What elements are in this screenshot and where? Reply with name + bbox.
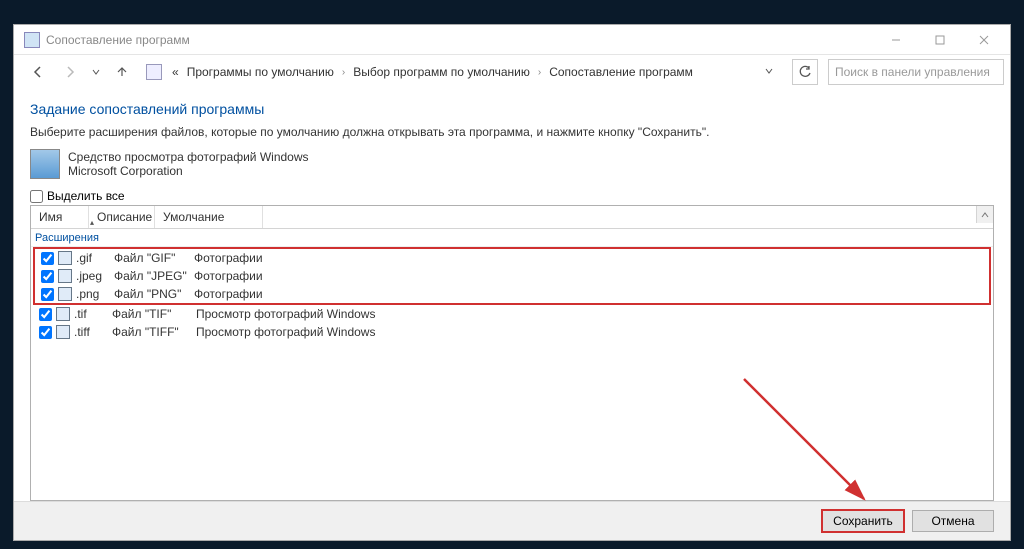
row-default: Фотографии [194,287,263,301]
select-all-label: Выделить все [47,189,125,203]
breadcrumb-icon [146,64,162,80]
row-extension: .tif [74,307,108,321]
row-description: Файл "PNG" [114,287,190,301]
row-default: Просмотр фотографий Windows [196,307,375,321]
breadcrumb-item-0[interactable]: Программы по умолчанию [187,65,334,79]
row-default: Фотографии [194,251,263,265]
table-row[interactable]: .jpeg Файл "JPEG" Фотографии [35,267,989,285]
table-row[interactable]: .gif Файл "GIF" Фотографии [35,249,989,267]
highlight-annotation: .gif Файл "GIF" Фотографии .jpeg Файл "J… [33,247,991,305]
column-description[interactable]: Описание [89,206,155,228]
window-frame: Сопоставление программ « Программы по ум… [13,24,1011,541]
row-description: Файл "TIF" [112,307,192,321]
row-extension: .gif [76,251,110,265]
minimize-button[interactable] [874,26,918,54]
breadcrumb-root[interactable]: « [172,65,179,79]
page-title: Задание сопоставлений программы [30,101,994,117]
select-all-checkbox[interactable]: Выделить все [30,189,994,203]
search-placeholder: Поиск в панели управления [835,65,990,79]
close-button[interactable] [962,26,1006,54]
row-description: Файл "GIF" [114,251,190,265]
forward-button[interactable] [56,58,84,86]
column-name[interactable]: Имя▴ [31,206,89,228]
content-area: Задание сопоставлений программы Выберите… [14,89,1010,501]
breadcrumb-dropdown[interactable] [764,65,778,79]
table-row[interactable]: .tif Файл "TIF" Просмотр фотографий Wind… [31,305,993,323]
table-row[interactable]: .png Файл "PNG" Фотографии [35,285,989,303]
filetype-icon [56,307,70,321]
up-button[interactable] [108,58,136,86]
breadcrumb: « Программы по умолчанию › Выбор програм… [168,60,782,84]
search-input[interactable]: Поиск в панели управления [828,59,1004,85]
table-header: Имя▴ Описание Умолчание [31,206,993,229]
group-header: Расширения [31,229,993,247]
row-extension: .png [76,287,110,301]
instruction-text: Выберите расширения файлов, которые по у… [30,125,994,139]
associations-table: Имя▴ Описание Умолчание Расширения .gif … [30,205,994,501]
nav-bar: « Программы по умолчанию › Выбор програм… [14,55,1010,89]
button-bar: Сохранить Отмена [14,501,1010,540]
column-default[interactable]: Умолчание [155,206,263,228]
filetype-icon [58,287,72,301]
breadcrumb-item-1[interactable]: Выбор программ по умолчанию [353,65,530,79]
cancel-button[interactable]: Отмена [912,510,994,532]
titlebar[interactable]: Сопоставление программ [14,25,1010,55]
row-checkbox[interactable] [39,326,52,339]
filetype-icon [58,269,72,283]
row-default: Просмотр фотографий Windows [196,325,375,339]
refresh-button[interactable] [792,59,818,85]
row-description: Файл "TIFF" [112,325,192,339]
chevron-right-icon: › [342,67,345,78]
row-checkbox[interactable] [41,252,54,265]
save-button[interactable]: Сохранить [822,510,904,532]
row-checkbox[interactable] [41,270,54,283]
row-checkbox[interactable] [41,288,54,301]
breadcrumb-item-2[interactable]: Сопоставление программ [549,65,693,79]
window-title: Сопоставление программ [46,33,874,47]
row-description: Файл "JPEG" [114,269,190,283]
filetype-icon [58,251,72,265]
program-icon [30,149,60,179]
table-row[interactable]: .tiff Файл "TIFF" Просмотр фотографий Wi… [31,323,993,341]
app-icon [24,32,40,48]
back-button[interactable] [24,58,52,86]
recent-dropdown[interactable] [88,58,104,86]
row-default: Фотографии [194,269,263,283]
row-extension: .tiff [74,325,108,339]
row-checkbox[interactable] [39,308,52,321]
row-extension: .jpeg [76,269,110,283]
select-all-input[interactable] [30,190,43,203]
program-company: Microsoft Corporation [68,164,309,178]
program-name: Средство просмотра фотографий Windows [68,150,309,164]
program-info: Средство просмотра фотографий Windows Mi… [30,149,994,179]
maximize-button[interactable] [918,26,962,54]
filetype-icon [56,325,70,339]
scroll-up-button[interactable] [976,206,993,223]
chevron-right-icon: › [538,67,541,78]
